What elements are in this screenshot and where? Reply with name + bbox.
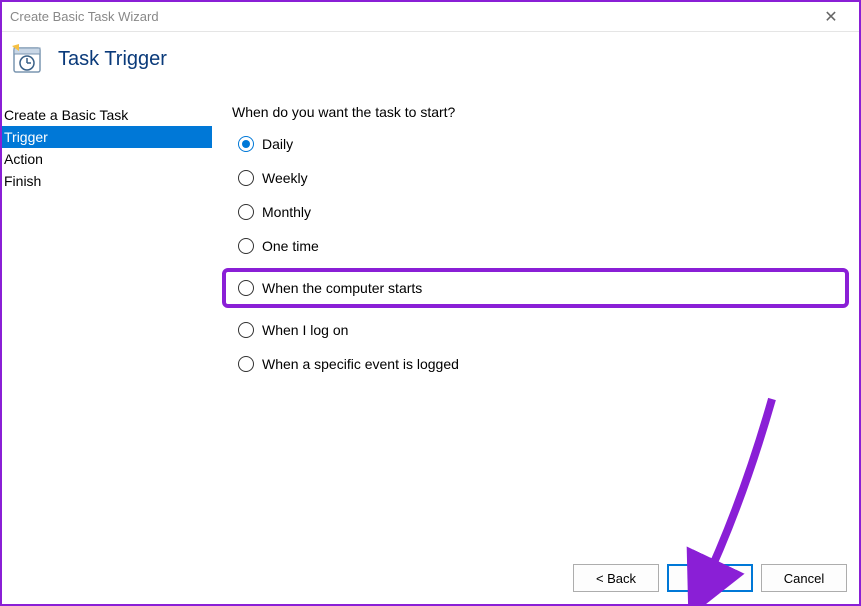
option-one-time[interactable]: One time <box>232 234 849 258</box>
option-label: When I log on <box>262 322 348 338</box>
option-label: Monthly <box>262 204 311 220</box>
cancel-button[interactable]: Cancel <box>761 564 847 592</box>
step-create-basic-task[interactable]: Create a Basic Task <box>2 104 212 126</box>
annotation-highlight: When the computer starts <box>222 268 849 308</box>
trigger-options: Daily Weekly Monthly One time <box>232 132 849 376</box>
option-weekly[interactable]: Weekly <box>232 166 849 190</box>
radio-icon <box>238 204 254 220</box>
wizard-steps-sidebar: Create a Basic Task Trigger Action Finis… <box>2 104 212 554</box>
step-action[interactable]: Action <box>2 148 212 170</box>
next-button[interactable]: Next > <box>667 564 753 592</box>
option-label: Weekly <box>262 170 308 186</box>
wizard-heading: Task Trigger <box>58 48 167 71</box>
option-computer-starts[interactable]: When the computer starts <box>232 276 428 300</box>
option-monthly[interactable]: Monthly <box>232 200 849 224</box>
wizard-body: Create a Basic Task Trigger Action Finis… <box>2 104 859 554</box>
window-title: Create Basic Task Wizard <box>10 9 811 24</box>
radio-icon <box>238 356 254 372</box>
option-specific-event[interactable]: When a specific event is logged <box>232 352 849 376</box>
titlebar: Create Basic Task Wizard ✕ <box>2 2 859 32</box>
radio-icon <box>238 238 254 254</box>
option-label: When the computer starts <box>262 280 422 296</box>
step-finish[interactable]: Finish <box>2 170 212 192</box>
radio-icon <box>238 280 254 296</box>
wizard-footer: < Back Next > Cancel <box>2 554 859 604</box>
option-log-on[interactable]: When I log on <box>232 318 849 342</box>
close-icon[interactable]: ✕ <box>811 7 851 27</box>
option-daily[interactable]: Daily <box>232 132 849 156</box>
scheduler-clock-icon <box>10 42 44 76</box>
wizard-window: Create Basic Task Wizard ✕ Task Trigger … <box>0 0 861 606</box>
radio-icon <box>238 322 254 338</box>
radio-icon <box>238 136 254 152</box>
wizard-main: When do you want the task to start? Dail… <box>212 104 859 554</box>
step-trigger[interactable]: Trigger <box>2 126 212 148</box>
option-label: Daily <box>262 136 293 152</box>
trigger-question: When do you want the task to start? <box>232 104 849 120</box>
option-label: When a specific event is logged <box>262 356 459 372</box>
wizard-header: Task Trigger <box>2 32 859 104</box>
option-label: One time <box>262 238 319 254</box>
back-button[interactable]: < Back <box>573 564 659 592</box>
radio-icon <box>238 170 254 186</box>
